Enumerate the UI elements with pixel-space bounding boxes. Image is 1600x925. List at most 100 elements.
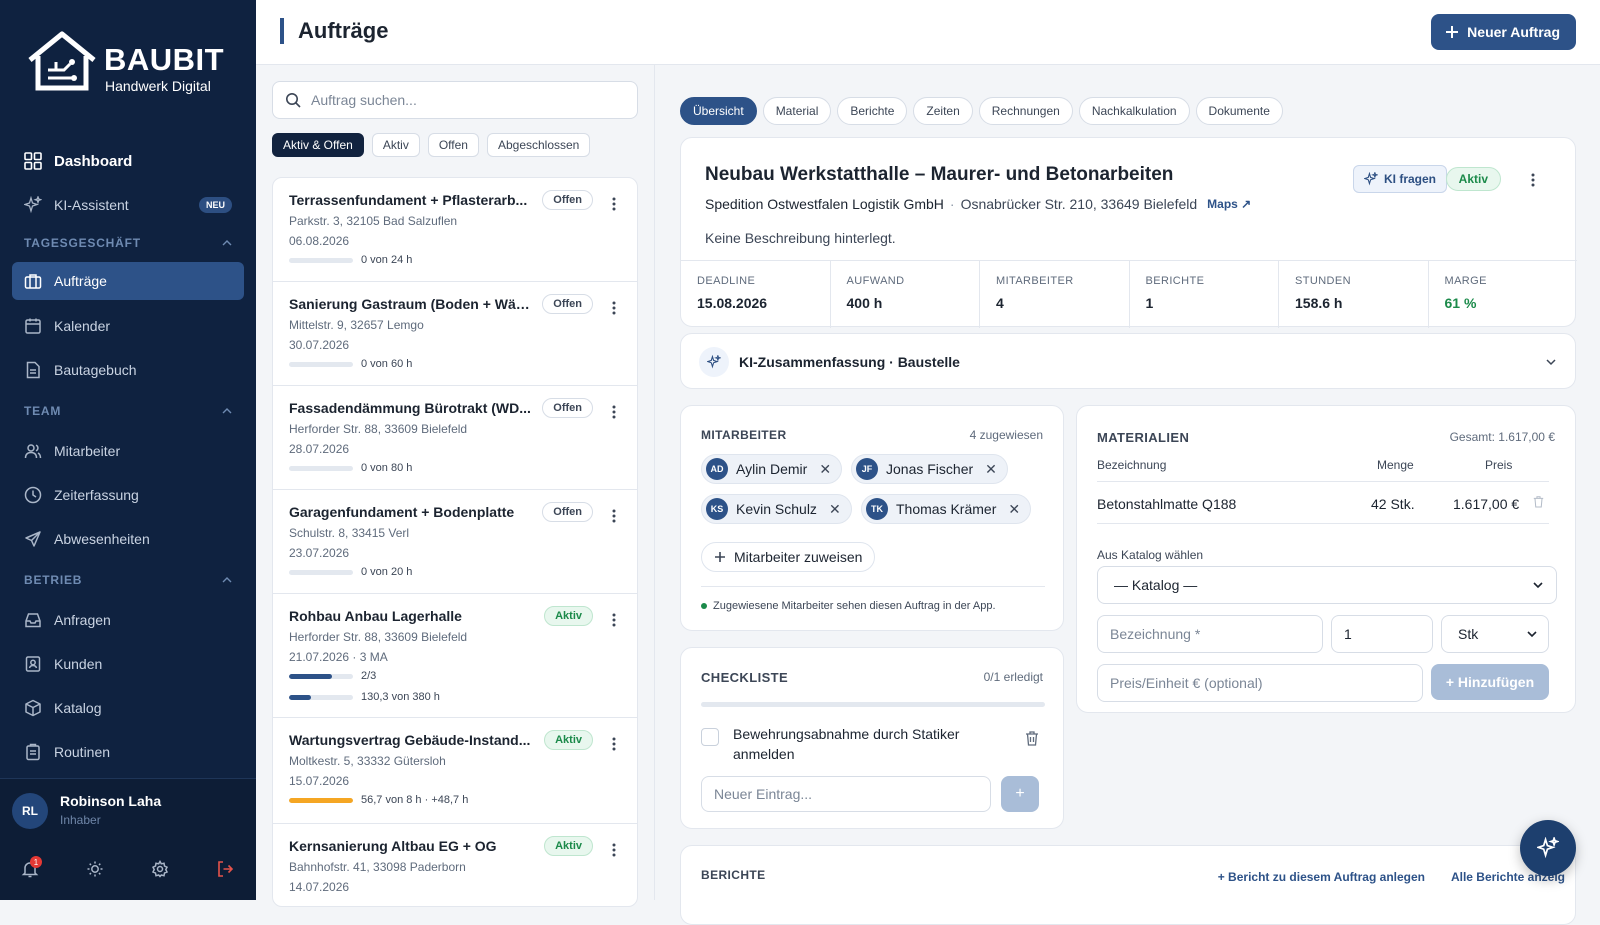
unit-select[interactable]: Stk: [1441, 615, 1549, 653]
create-report-link[interactable]: + Bericht zu diesem Auftrag anlegen: [1218, 870, 1425, 884]
assign-label: Mitarbeiter zuweisen: [734, 549, 863, 565]
section-header-tagesgeschaeft[interactable]: TAGESGESCHÄFT: [24, 236, 232, 250]
tab-berichte[interactable]: Berichte: [837, 97, 908, 125]
kpi-stunden: STUNDEN 158.6 h: [1279, 261, 1429, 328]
user-profile[interactable]: RL Robinson Laha Inhaber: [0, 778, 256, 900]
employee-chip[interactable]: JF Jonas Fischer ✕: [851, 454, 1008, 484]
chevron-down-icon: [1527, 631, 1537, 638]
sidebar-item-kunden[interactable]: Kunden: [12, 645, 244, 683]
search-box[interactable]: [272, 81, 638, 119]
kpi-aufwand: AUFWAND 400 h: [831, 261, 980, 328]
hours-progress-bar: [289, 798, 353, 803]
hours-progress-text: 56,7 von 8 h · +48,7 h: [361, 794, 469, 806]
status-badge: Offen: [542, 190, 593, 210]
add-material-button[interactable]: + Hinzufügen: [1431, 664, 1549, 700]
ki-summary-accordion[interactable]: KI-Zusammenfassung · Baustelle: [680, 333, 1576, 389]
more-icon[interactable]: [607, 508, 621, 524]
logout-icon[interactable]: [216, 860, 234, 878]
more-icon[interactable]: [607, 842, 621, 858]
employee-chip[interactable]: KS Kevin Schulz ✕: [701, 494, 852, 524]
order-card[interactable]: Rohbau Anbau Lagerhalle Aktiv Herforder …: [273, 594, 637, 718]
filter-offen[interactable]: Offen: [427, 133, 479, 157]
sidebar-item-dashboard[interactable]: Dashboard: [12, 142, 244, 180]
catalog-select[interactable]: — Katalog —: [1097, 566, 1557, 604]
hours-progress-bar: [289, 695, 353, 700]
tab-rechnungen[interactable]: Rechnungen: [978, 97, 1073, 125]
gear-icon[interactable]: [151, 860, 169, 878]
kpi-value: 4: [996, 295, 1004, 311]
order-detail-title: Neubau Werkstatthalle – Maurer- und Beto…: [705, 164, 1174, 185]
assign-employee-button[interactable]: Mitarbeiter zuweisen: [701, 542, 876, 572]
close-icon[interactable]: ✕: [829, 501, 841, 518]
employee-chip[interactable]: AD Aylin Demir ✕: [701, 454, 843, 484]
avatar: JF: [856, 458, 878, 480]
more-icon[interactable]: [1527, 172, 1539, 188]
sparkle-icon: [24, 196, 42, 214]
material-qty-input[interactable]: [1331, 615, 1433, 653]
user-name: Robinson Laha: [60, 793, 162, 809]
employee-chip[interactable]: TK Thomas Krämer ✕: [861, 494, 1032, 524]
hours-progress-bar: [289, 258, 353, 263]
filter-aktiv-offen[interactable]: Aktiv & Offen: [272, 133, 364, 157]
sidebar-item-auftraege[interactable]: Aufträge: [12, 262, 244, 300]
filter-abgeschlossen[interactable]: Abgeschlossen: [486, 133, 591, 157]
new-entry-input[interactable]: [701, 776, 991, 812]
trash-icon[interactable]: [1025, 730, 1039, 746]
order-date: 23.07.2026: [289, 546, 350, 560]
sidebar-item-zeiterfassung[interactable]: Zeiterfassung: [12, 476, 244, 514]
more-icon[interactable]: [607, 404, 621, 420]
sun-icon[interactable]: [86, 860, 104, 878]
order-card[interactable]: Sanierung Gastraum (Boden + Wän... Offen…: [273, 282, 637, 386]
close-icon[interactable]: ✕: [985, 461, 997, 478]
more-icon[interactable]: [607, 612, 621, 628]
logo[interactable]: BAUBIT Handwerk Digital: [26, 28, 226, 98]
sidebar-item-kalender[interactable]: Kalender: [12, 307, 244, 345]
box-icon: [25, 699, 41, 717]
sidebar-item-bautagebuch[interactable]: Bautagebuch: [12, 351, 244, 389]
sidebar-item-anfragen[interactable]: Anfragen: [12, 601, 244, 639]
kpi-deadline: DEADLINE 15.08.2026: [681, 261, 831, 328]
sidebar-item-label: Aufträge: [54, 273, 107, 289]
material-name-input[interactable]: [1097, 615, 1323, 653]
tab-material[interactable]: Material: [762, 97, 832, 125]
sparkle-icon-wrap: [699, 347, 729, 377]
sidebar-item-mitarbeiter[interactable]: Mitarbeiter: [12, 432, 244, 470]
order-card[interactable]: Wartungsvertrag Gebäude-Instand... Aktiv…: [273, 718, 637, 824]
close-icon[interactable]: ✕: [819, 461, 831, 478]
order-card[interactable]: Kernsanierung Altbau EG + OG Aktiv Bahnh…: [273, 824, 637, 906]
plus-icon: [715, 552, 725, 562]
unit-price-input[interactable]: [1097, 664, 1423, 702]
order-date: 28.07.2026: [289, 442, 350, 456]
tab-zeiten[interactable]: Zeiten: [913, 97, 973, 125]
order-card[interactable]: Fassadendämmung Bürotrakt (WD... Offen H…: [273, 386, 637, 490]
order-card[interactable]: Terrassenfundament + Pflasterarb... Offe…: [273, 178, 637, 282]
sidebar-item-routinen[interactable]: Routinen: [12, 733, 244, 771]
sidebar-item-abwesenheiten[interactable]: Abwesenheiten: [12, 520, 244, 558]
filter-aktiv[interactable]: Aktiv: [371, 133, 420, 157]
more-icon[interactable]: [607, 300, 621, 316]
order-card[interactable]: Garagenfundament + Bodenplatte Offen Sch…: [273, 490, 637, 594]
checklist-count: 0/1 erledigt: [983, 670, 1043, 684]
maps-link[interactable]: Maps ↗: [1207, 197, 1251, 211]
section-header-betrieb[interactable]: BETRIEB: [24, 573, 232, 587]
sidebar-item-katalog[interactable]: Katalog: [12, 689, 244, 727]
trash-icon[interactable]: [1533, 495, 1544, 508]
more-icon[interactable]: [607, 196, 621, 212]
ki-assistant-fab[interactable]: [1520, 820, 1576, 876]
checklist-checkbox[interactable]: [701, 728, 719, 746]
more-icon[interactable]: [607, 736, 621, 752]
ki-ask-button[interactable]: KI fragen: [1352, 165, 1447, 193]
order-address: Moltkestr. 5, 33332 Gütersloh: [289, 754, 446, 768]
tab-uebersicht[interactable]: Übersicht: [680, 97, 757, 125]
order-address: Mittelstr. 9, 32657 Lemgo: [289, 318, 424, 332]
add-entry-button[interactable]: +: [1001, 776, 1039, 812]
employees-card: MITARBEITER 4 zugewiesen AD Aylin Demir …: [680, 405, 1064, 631]
close-icon[interactable]: ✕: [1008, 501, 1020, 518]
sidebar-item-label: Zeiterfassung: [54, 487, 139, 503]
tab-nachkalkulation[interactable]: Nachkalkulation: [1078, 97, 1190, 125]
new-order-button[interactable]: Neuer Auftrag: [1431, 14, 1576, 50]
sidebar-item-ki-assistent[interactable]: KI-Assistent NEU: [12, 186, 244, 224]
tab-dokumente[interactable]: Dokumente: [1195, 97, 1283, 125]
search-input[interactable]: [311, 92, 611, 108]
section-header-team[interactable]: TEAM: [24, 404, 232, 418]
